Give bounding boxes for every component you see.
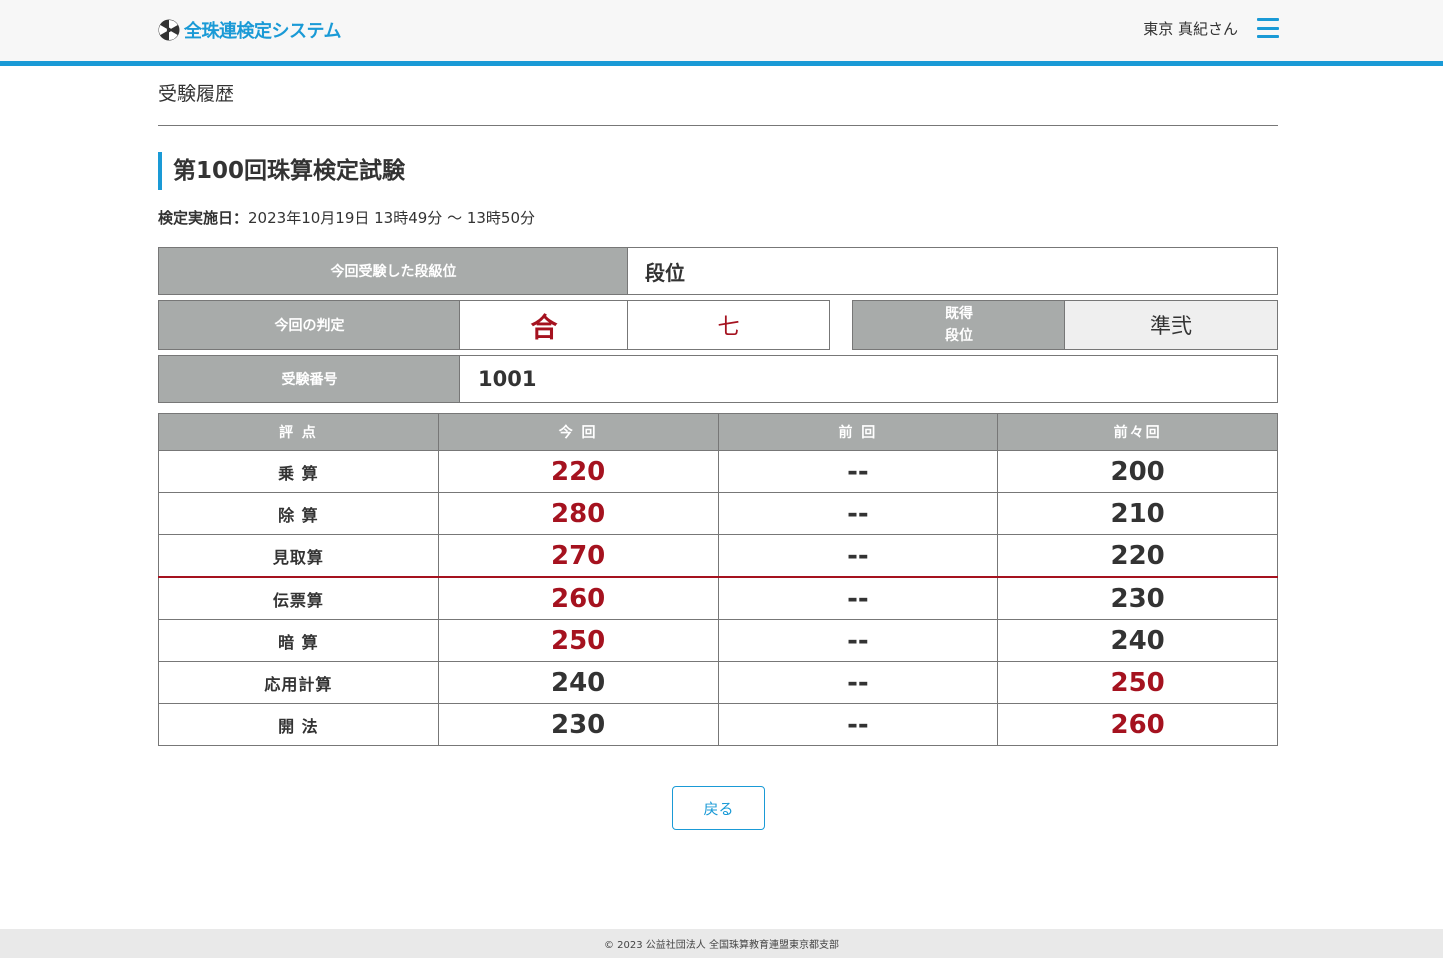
exam-date-label: 検定実施日：: [158, 209, 249, 227]
previous-score: --: [717, 450, 999, 493]
current-score: 260: [437, 576, 719, 620]
current-score: 240: [437, 661, 719, 704]
header-subject: 評 点: [158, 413, 439, 451]
previous-score: --: [717, 703, 999, 746]
subject-cell: 伝票算: [158, 576, 439, 620]
back-button[interactable]: 戻る: [672, 786, 765, 830]
before-previous-score: 230: [997, 576, 1278, 620]
exam-number-label: 受験番号: [158, 355, 461, 403]
before-previous-score: 220: [997, 534, 1278, 578]
table-row: 伝票算 260 -- 230: [158, 576, 1278, 620]
exam-title: 第100回珠算検定試験: [158, 152, 405, 190]
held-rank-label: 既得 段位: [852, 300, 1066, 350]
header-current: 今 回: [437, 413, 719, 451]
score-table-header: 評 点 今 回 前 回 前々回: [158, 413, 1278, 451]
previous-score: --: [717, 492, 999, 535]
held-rank-label-line1: 既得: [945, 306, 973, 322]
copyright-text: © 2023 公益社団法人 全国珠算教育連盟東京都支部: [604, 940, 839, 951]
subject-cell: 除 算: [158, 492, 439, 535]
result-label: 今回の判定: [158, 300, 461, 350]
page-title: 受験履歴: [158, 83, 235, 105]
table-row: 除 算 280 -- 210: [158, 492, 1278, 535]
logo-icon: [158, 19, 180, 41]
held-rank-label-line2: 段位: [945, 328, 973, 344]
app-header: 全珠連検定システム 東京 真紀さん: [0, 0, 1443, 66]
header-previous: 前 回: [717, 413, 999, 451]
previous-score: --: [717, 661, 999, 704]
current-score: 220: [437, 450, 719, 493]
held-rank-value: 準弐: [1064, 300, 1278, 350]
current-score: 270: [437, 534, 719, 578]
previous-score: --: [717, 534, 999, 578]
grade-value: 段位: [627, 247, 1278, 295]
exam-number-value: 1001: [459, 355, 1278, 403]
current-score: 250: [437, 619, 719, 662]
header-before-previous: 前々回: [997, 413, 1278, 451]
before-previous-score: 240: [997, 619, 1278, 662]
footer: © 2023 公益社団法人 全国珠算教育連盟東京都支部: [0, 929, 1443, 958]
previous-score: --: [717, 576, 999, 620]
before-previous-score: 200: [997, 450, 1278, 493]
table-row: 乗 算 220 -- 200: [158, 450, 1278, 493]
before-previous-score: 260: [997, 703, 1278, 746]
table-row: 応用計算 240 -- 250: [158, 661, 1278, 704]
score-table: 評 点 今 回 前 回 前々回 乗 算 220 -- 200 除 算 280 -…: [158, 413, 1278, 746]
before-previous-score: 250: [997, 661, 1278, 704]
previous-score: --: [717, 619, 999, 662]
result-value: 合: [459, 300, 629, 350]
table-row: 開 法 230 -- 260: [158, 703, 1278, 746]
divider: [158, 125, 1278, 126]
subject-cell: 応用計算: [158, 661, 439, 704]
subject-cell: 暗 算: [158, 619, 439, 662]
logo[interactable]: 全珠連検定システム: [158, 17, 341, 43]
user-name: 東京 真紀さん: [1143, 20, 1238, 38]
exam-date-value: 2023年10月19日 13時49分 ～ 13時50分: [248, 209, 536, 227]
logo-text: 全珠連検定システム: [184, 21, 341, 42]
current-score: 230: [437, 703, 719, 746]
subject-cell: 開 法: [158, 703, 439, 746]
current-score: 280: [437, 492, 719, 535]
before-previous-score: 210: [997, 492, 1278, 535]
table-row: 暗 算 250 -- 240: [158, 619, 1278, 662]
table-row: 見取算 270 -- 220: [158, 534, 1278, 578]
subject-cell: 乗 算: [158, 450, 439, 493]
exam-date: 検定実施日：2023年10月19日 13時49分 ～ 13時50分: [158, 207, 535, 228]
hamburger-menu-icon[interactable]: [1257, 18, 1279, 38]
subject-cell: 見取算: [158, 534, 439, 578]
grade-label: 今回受験した段級位: [158, 247, 629, 295]
result-rank: 七: [627, 300, 830, 350]
